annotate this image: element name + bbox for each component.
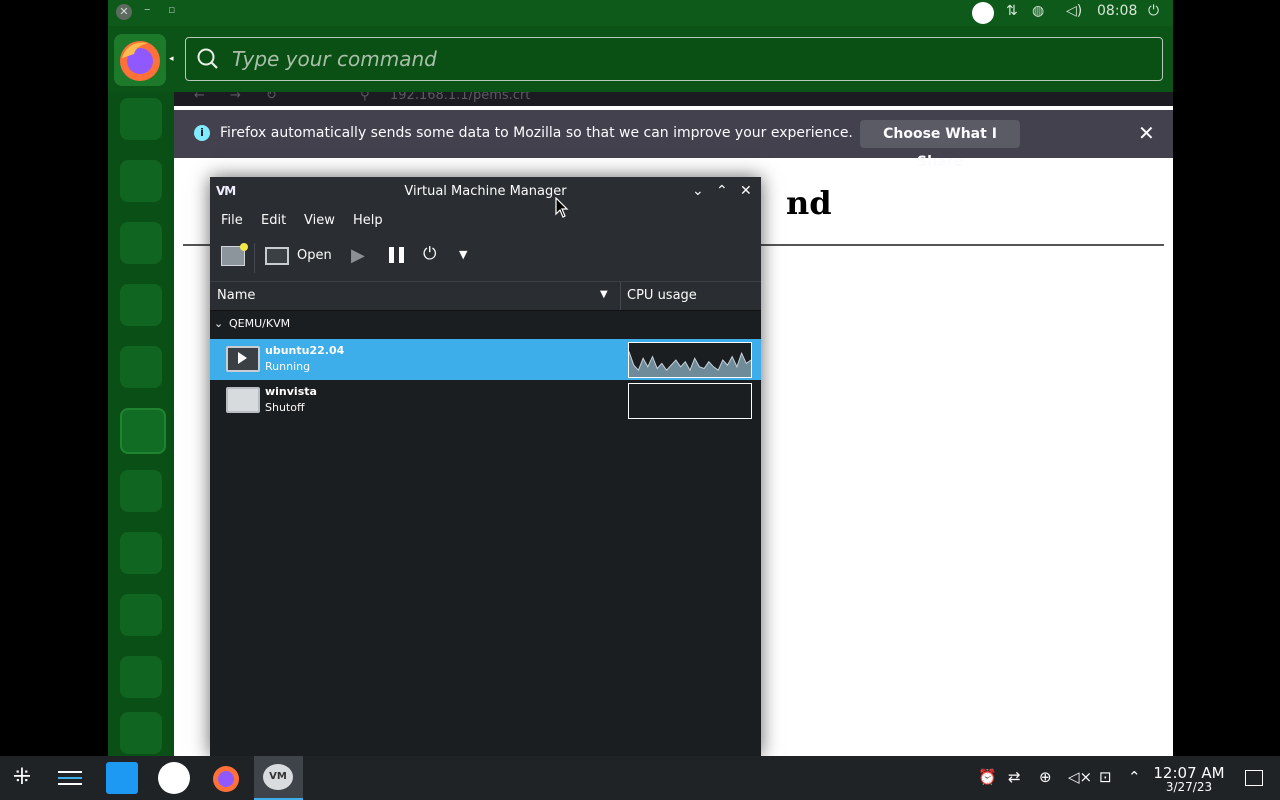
vmm-title: Virtual Machine Manager [404, 184, 567, 199]
sidebar-app2-icon[interactable] [120, 470, 162, 512]
sidebar-trash-icon[interactable] [120, 712, 162, 754]
command-bar: ◂ [108, 26, 1173, 92]
run-icon[interactable]: ▶ [351, 245, 365, 266]
vmm-titlebar[interactable]: VM Virtual Machine Manager ⌄ ⌃ ✕ [210, 177, 761, 207]
update-icon[interactable]: ⊕ [1039, 768, 1052, 786]
vm-status: Shutoff [265, 401, 305, 414]
sidebar-spreadsheet-icon[interactable] [120, 222, 162, 264]
chevron-down-icon[interactable]: ⌄ [692, 183, 704, 199]
mouse-cursor [555, 196, 569, 223]
open-button[interactable]: Open [297, 248, 332, 263]
input-method-icon[interactable]: ⊡ [1099, 768, 1112, 786]
column-name[interactable]: Name [217, 288, 255, 303]
info-icon: i [194, 125, 210, 141]
sidebar-software-icon[interactable] [120, 346, 162, 388]
sidebar-terminal-icon[interactable] [120, 532, 162, 574]
menu-view[interactable]: View [304, 213, 335, 228]
page-heading: nd [786, 184, 832, 222]
vm-name: winvista [265, 385, 317, 398]
sidebar-terminal3-icon[interactable] [120, 656, 162, 698]
back-icon[interactable]: ← [194, 92, 205, 103]
app-launcher-icon[interactable]: ⁜ [6, 762, 38, 794]
sidebar-document-icon[interactable] [120, 160, 162, 202]
firefox-app-icon[interactable] [114, 34, 166, 86]
url-bar[interactable]: 192.168.1.1/pems.crt [390, 92, 530, 103]
open-console-icon[interactable] [265, 247, 289, 265]
reload-icon[interactable]: ↻ [266, 92, 277, 103]
connection-label: QEMU/KVM [229, 317, 291, 330]
choose-what-i-share-button[interactable]: Choose What I Share [860, 120, 1020, 170]
data-notice-bar: i Firefox automatically sends some data … [174, 110, 1173, 170]
vm-name: ubuntu22.04 [265, 344, 345, 357]
window-minimize-button[interactable]: – [144, 2, 151, 17]
column-divider [620, 282, 621, 310]
vm-status: Running [265, 360, 311, 373]
sidebar-terminal2-icon[interactable] [120, 594, 162, 636]
guest-app-sidebar [108, 92, 174, 756]
show-desktop-icon[interactable] [1245, 770, 1263, 786]
globe-icon[interactable]: ◍ [1032, 3, 1044, 19]
notice-text: Firefox automatically sends some data to… [220, 125, 853, 141]
vm-row-ubuntu[interactable]: ubuntu22.04 Running [210, 339, 761, 380]
discover-store-icon[interactable] [106, 762, 138, 794]
cpu-usage-graph-empty [628, 383, 752, 419]
vm-display-icon [226, 387, 260, 413]
network-tray-icon[interactable]: ⇄ [1008, 768, 1021, 786]
sidebar-app-icon[interactable] [120, 98, 162, 140]
forward-icon[interactable]: → [230, 92, 241, 103]
host-taskbar: ⁜ VM ⏰ ⇄ ⊕ ◁× ⊡ ⌃ 12:07 AM 3/27/23 [0, 756, 1280, 800]
volume-icon[interactable]: ◁) [1066, 3, 1082, 19]
chevron-up-icon[interactable]: ⌃ [716, 183, 728, 199]
vm-display-icon [226, 346, 260, 372]
task-switcher-icon[interactable] [54, 762, 86, 794]
network-icon[interactable]: ⇅ [1006, 3, 1018, 19]
guest-top-bar: ✕ – ▫ ⇅ ◍ ◁) 08:08 ⏻ [108, 0, 1173, 26]
vmm-menubar: File Edit View Help [210, 207, 761, 235]
notifications-icon[interactable]: ⏰ [978, 768, 997, 786]
command-input[interactable] [230, 44, 1134, 74]
power-icon[interactable]: ⏻ [1148, 3, 1159, 19]
menu-edit[interactable]: Edit [261, 213, 286, 228]
taskbar-date[interactable]: 3/27/23 [1152, 780, 1226, 794]
new-vm-icon[interactable] [221, 243, 248, 266]
sidebar-settings-icon[interactable] [120, 408, 166, 454]
vm-row-winvista[interactable]: winvista Shutoff [210, 380, 761, 421]
vm-list-header: Name ▼ CPU usage [210, 281, 761, 311]
close-icon[interactable]: ✕ [740, 183, 752, 199]
cpu-usage-graph [628, 342, 752, 378]
steam-icon[interactable] [158, 762, 190, 794]
tray-expand-icon[interactable]: ⌃ [1128, 768, 1141, 786]
sidebar-presentation-icon[interactable] [120, 284, 162, 326]
shutdown-icon[interactable]: ⏻ [423, 244, 436, 264]
vmm-app-icon: VM [263, 764, 293, 790]
sort-dropdown-icon[interactable]: ▼ [600, 289, 608, 300]
shutdown-menu-dropdown-icon[interactable]: ▼ [459, 248, 467, 261]
chevron-down-icon[interactable]: ⌄ [214, 317, 223, 330]
menu-file[interactable]: File [221, 213, 243, 228]
vmm-window: VM Virtual Machine Manager ⌄ ⌃ ✕ File Ed… [210, 177, 761, 756]
window-maximize-button[interactable]: ▫ [168, 3, 175, 16]
vmm-toolbar: Open ▶ ⏻ ▼ [210, 235, 761, 281]
firefox-nav-bar: ← → ↻ ⚲ 192.168.1.1/pems.crt [174, 92, 1173, 106]
caret-left-icon: ◂ [169, 54, 174, 64]
column-cpu-usage[interactable]: CPU usage [627, 288, 697, 303]
command-input-box[interactable] [185, 37, 1163, 81]
url-search-icon: ⚲ [360, 92, 370, 103]
window-close-button[interactable]: ✕ [116, 4, 132, 20]
search-icon [196, 47, 220, 75]
toolbar-separator [254, 243, 255, 273]
guest-clock: 08:08 [1097, 3, 1138, 19]
mute-icon[interactable]: ◁× [1068, 768, 1092, 786]
close-notice-icon[interactable]: ✕ [1138, 121, 1155, 145]
firefox-taskbar-icon[interactable] [210, 762, 242, 794]
status-circle-icon[interactable] [972, 2, 994, 24]
vmm-taskbar-entry[interactable]: VM [254, 756, 303, 800]
pause-icon[interactable] [388, 246, 406, 268]
menu-help[interactable]: Help [353, 213, 383, 228]
cpu-usage-area [629, 351, 751, 377]
